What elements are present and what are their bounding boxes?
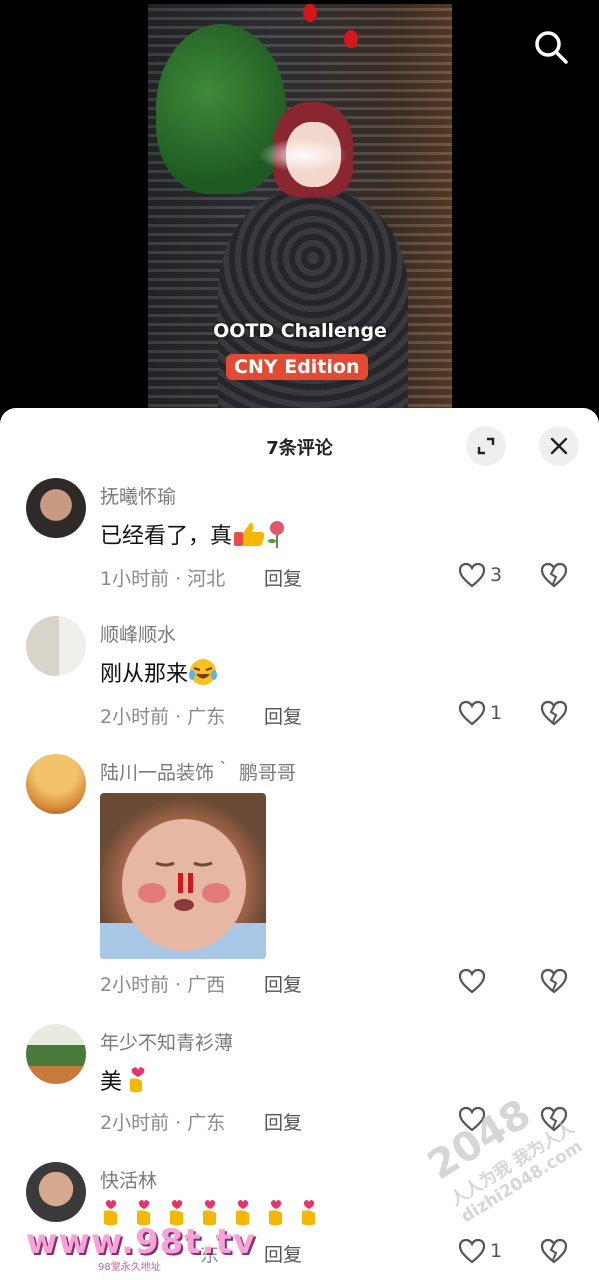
broken-heart-icon <box>540 562 568 588</box>
comment-text-content: 已经看了，真 <box>100 524 233 549</box>
heart-outline-icon <box>458 562 486 588</box>
reply-button[interactable]: 回复 <box>264 1240 302 1267</box>
like-count: 3 <box>490 564 503 586</box>
comment-location: 广西 <box>187 974 226 996</box>
finger-heart-icon <box>122 1065 148 1101</box>
sticker-face <box>100 819 266 959</box>
like-button[interactable]: 3 <box>458 562 502 588</box>
reply-button[interactable]: 回复 <box>264 564 302 591</box>
close-icon <box>550 437 568 455</box>
dislike-button[interactable] <box>540 562 568 592</box>
watermark-site: www.98t.tv <box>26 1222 256 1262</box>
comment-text-content: 刚从那来 <box>100 662 189 687</box>
reply-button[interactable]: 回复 <box>264 1108 302 1135</box>
like-button[interactable]: 1 <box>458 700 502 726</box>
like-button[interactable] <box>458 968 486 994</box>
video-player[interactable]: OOTD Challenge CNY Edition <box>0 0 599 420</box>
video-caption-line2: CNY Edition <box>226 354 368 380</box>
comment-time: 1小时前 <box>100 568 170 590</box>
comment-item: 陆川一品装饰｀ 鹏哥哥 2小时前 · 广西 回复 <box>0 754 599 1004</box>
face-blur <box>258 138 348 172</box>
comment-text: 已经看了，真 <box>100 518 288 555</box>
comment-item: 顺峰顺水 刚从那来 2小时前 · 广东 回复 1 <box>0 616 599 736</box>
thumbs-up-icon <box>232 520 266 554</box>
like-count: 1 <box>490 702 503 724</box>
separator: · <box>175 1112 182 1134</box>
heart-outline-icon <box>458 968 486 994</box>
separator: · <box>175 974 182 996</box>
dislike-button[interactable] <box>540 1238 568 1268</box>
video-caption-line1: OOTD Challenge <box>213 320 387 342</box>
separator: · <box>175 568 182 590</box>
comment-item: 抚曦怀瑜 已经看了，真 1小时前 · 河北 回复 3 <box>0 478 599 598</box>
heart-outline-icon <box>458 700 486 726</box>
red-lantern <box>303 4 317 22</box>
comment-meta: 2小时前 · 广东 <box>100 1108 225 1135</box>
dislike-button[interactable] <box>540 700 568 730</box>
avatar[interactable] <box>26 1024 86 1084</box>
comment-username[interactable]: 顺峰顺水 <box>100 620 176 647</box>
broken-heart-icon <box>540 968 568 994</box>
broken-heart-icon <box>540 1238 568 1264</box>
comment-username[interactable]: 抚曦怀瑜 <box>100 482 176 509</box>
comments-count-title: 7条评论 <box>266 438 333 459</box>
heart-outline-icon <box>458 1238 486 1264</box>
comment-username[interactable]: 快活林 <box>100 1166 157 1193</box>
sticker-image[interactable] <box>100 793 266 959</box>
comment-time: 2小时前 <box>100 1112 170 1134</box>
avatar[interactable] <box>26 616 86 676</box>
separator: · <box>175 706 182 728</box>
red-lantern <box>344 30 358 48</box>
comment-meta: 1小时前 · 河北 <box>100 564 225 591</box>
comment-username[interactable]: 年少不知青衫薄 <box>100 1028 233 1055</box>
comment-text: 美 <box>100 1064 148 1101</box>
comment-location: 河北 <box>187 568 226 590</box>
video-frame: OOTD Challenge CNY Edition <box>148 4 452 416</box>
like-count: 1 <box>490 1240 503 1262</box>
expand-button[interactable] <box>466 426 506 466</box>
comment-username[interactable]: 陆川一品装饰｀ 鹏哥哥 <box>100 758 296 785</box>
rose-icon <box>266 519 288 555</box>
comment-location: 广东 <box>187 706 226 728</box>
comment-text: 刚从那来 <box>100 656 218 693</box>
reply-button[interactable]: 回复 <box>264 970 302 997</box>
search-button[interactable] <box>532 28 570 66</box>
qipao-dress <box>218 189 408 416</box>
like-button[interactable]: 1 <box>458 1238 502 1264</box>
expand-icon <box>477 437 495 455</box>
comment-meta: 2小时前 · 广西 <box>100 970 225 997</box>
dislike-button[interactable] <box>540 968 568 998</box>
comment-meta: 2小时前 · 广东 <box>100 702 225 729</box>
reply-button[interactable]: 回复 <box>264 702 302 729</box>
comment-time: 2小时前 <box>100 706 170 728</box>
watermark-sub: 98堂永久地址 <box>98 1262 161 1273</box>
close-button[interactable] <box>539 426 579 466</box>
avatar[interactable] <box>26 1162 86 1222</box>
avatar[interactable] <box>26 478 86 538</box>
broken-heart-icon <box>540 700 568 726</box>
comment-time: 2小时前 <box>100 974 170 996</box>
avatar[interactable] <box>26 754 86 814</box>
laughing-tears-icon <box>188 657 218 693</box>
comment-text-content: 美 <box>100 1070 123 1095</box>
search-icon <box>535 31 568 64</box>
comment-location: 广东 <box>187 1112 226 1134</box>
